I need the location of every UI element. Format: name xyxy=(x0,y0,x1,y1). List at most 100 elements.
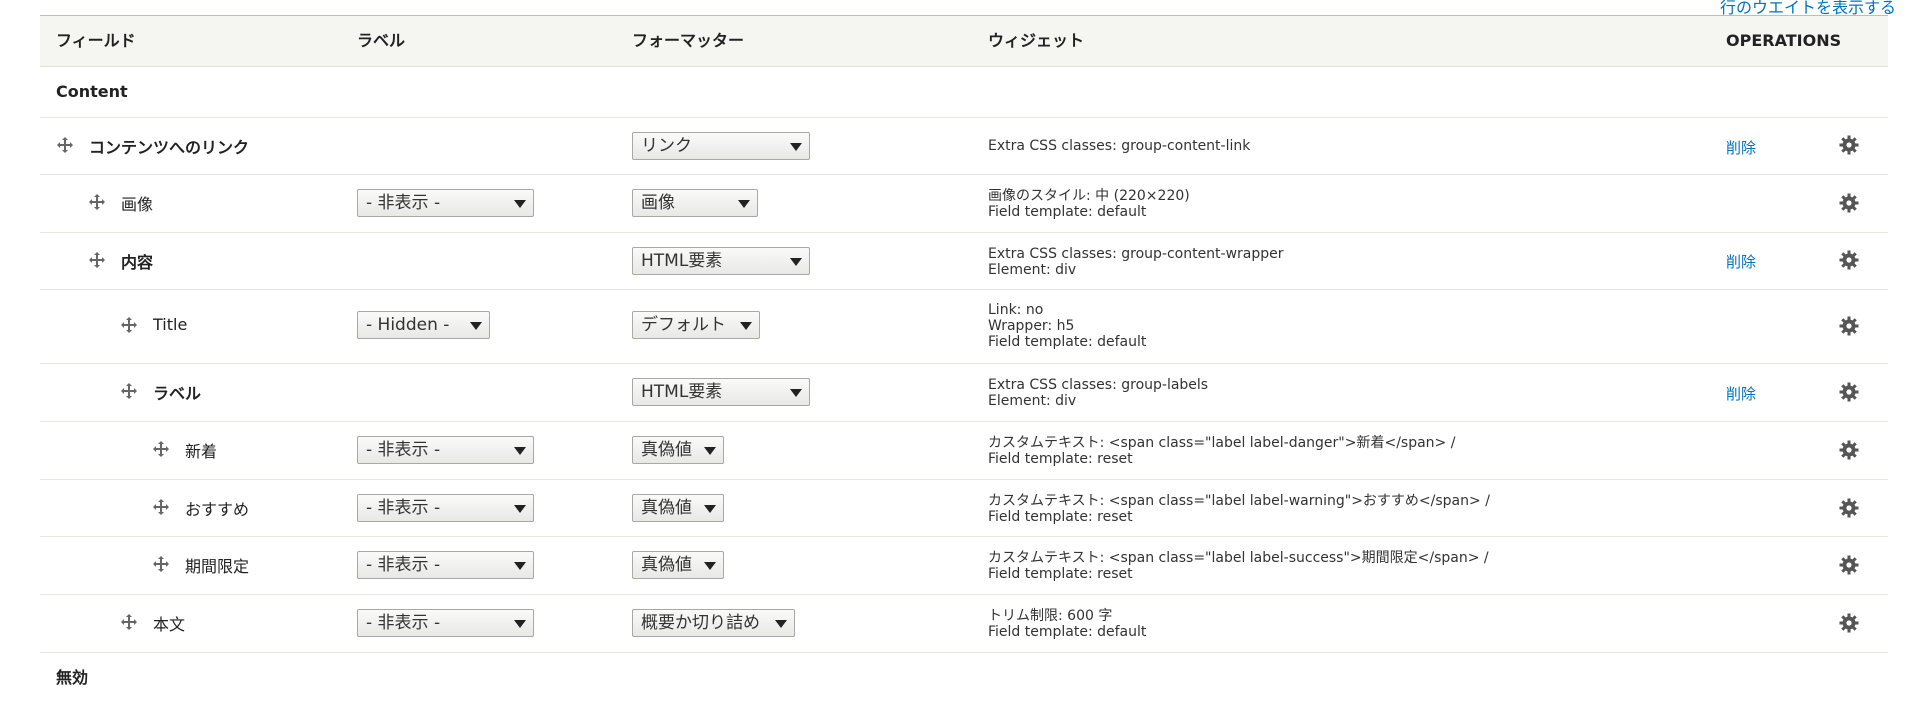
formatter-select[interactable]: 概要か切り詰め xyxy=(632,609,795,637)
widget-line: Extra CSS classes: group-labels xyxy=(988,377,1209,393)
widget-line: Field template: reset xyxy=(988,509,1133,525)
gear-icon[interactable] xyxy=(1839,250,1859,270)
label-select[interactable]: - 非表示 - xyxy=(357,494,534,522)
gear-icon[interactable] xyxy=(1839,316,1859,336)
region-disabled: 無効 xyxy=(40,653,1888,703)
widget-line: カスタムテキスト: <span class="label label-warni… xyxy=(988,493,1490,509)
chevron-down-icon xyxy=(470,322,482,330)
label-select[interactable]: - 非表示 - xyxy=(357,436,534,464)
drag-handle-icon[interactable] xyxy=(152,440,170,458)
widget-summary: Extra CSS classes: group-content-wrapper… xyxy=(988,246,1284,278)
widget-line: カスタムテキスト: <span class="label label-succe… xyxy=(988,550,1489,566)
widget-summary: Extra CSS classes: group-content-link xyxy=(988,138,1250,154)
header-label: ラベル xyxy=(357,31,406,50)
formatter-select[interactable]: HTML要素 xyxy=(632,247,810,275)
widget-summary: カスタムテキスト: <span class="label label-succe… xyxy=(988,550,1489,582)
table-row: 新着 - 非表示 - 真偽値 カスタムテキスト: <span class="la… xyxy=(40,422,1888,480)
widget-line: トリム制限: 600 字 xyxy=(988,608,1113,624)
drag-handle-icon[interactable] xyxy=(120,382,138,400)
select-value: - 非表示 - xyxy=(366,498,441,518)
select-value: 概要か切り詰め xyxy=(641,613,760,633)
delete-link[interactable]: 削除 xyxy=(1726,137,1756,158)
widget-summary: 画像のスタイル: 中 (220×220) Field template: defa… xyxy=(988,188,1190,220)
widget-line: Extra CSS classes: group-content-link xyxy=(988,138,1251,154)
table-row: おすすめ - 非表示 - 真偽値 カスタムテキスト: <span class="… xyxy=(40,480,1888,537)
select-value: - 非表示 - xyxy=(366,440,441,460)
drag-handle-icon[interactable] xyxy=(88,193,106,211)
field-name: 本文 xyxy=(153,615,186,634)
chevron-down-icon xyxy=(514,505,526,513)
widget-line: Element: div xyxy=(988,262,1077,278)
widget-line: カスタムテキスト: <span class="label label-dange… xyxy=(988,435,1456,451)
table-row: コンテンツへのリンク リンク Extra CSS classes: group-… xyxy=(40,118,1888,175)
formatter-select[interactable]: HTML要素 xyxy=(632,378,810,406)
gear-icon[interactable] xyxy=(1839,440,1859,460)
field-name: おすすめ xyxy=(185,500,250,519)
widget-line: Field template: reset xyxy=(988,451,1133,467)
delete-link[interactable]: 削除 xyxy=(1726,383,1756,404)
widget-summary: カスタムテキスト: <span class="label label-warni… xyxy=(988,493,1490,525)
label-select[interactable]: - 非表示 - xyxy=(357,609,534,637)
select-value: 真偽値 xyxy=(641,498,692,518)
select-value: デフォルト xyxy=(641,315,726,335)
gear-icon[interactable] xyxy=(1839,135,1859,155)
chevron-down-icon xyxy=(790,143,802,151)
label-select[interactable]: - 非表示 - xyxy=(357,551,534,579)
chevron-down-icon xyxy=(514,562,526,570)
field-name: 新着 xyxy=(185,442,218,461)
region-content: Content xyxy=(40,67,1888,118)
drag-handle-icon[interactable] xyxy=(152,555,170,573)
field-name: ラベル xyxy=(153,384,202,403)
formatter-select[interactable]: 真偽値 xyxy=(632,436,724,464)
field-name: 内容 xyxy=(121,253,154,272)
widget-line: Link: no xyxy=(988,302,1044,318)
widget-line: Extra CSS classes: group-content-wrapper xyxy=(988,246,1284,262)
formatter-select[interactable]: デフォルト xyxy=(632,311,760,339)
widget-line: 画像のスタイル: 中 (220×220) xyxy=(988,188,1190,204)
select-value: - 非表示 - xyxy=(366,555,441,575)
gear-icon[interactable] xyxy=(1839,382,1859,402)
label-select[interactable]: - Hidden - xyxy=(357,311,490,339)
select-value: - Hidden - xyxy=(366,315,450,335)
formatter-select[interactable]: リンク xyxy=(632,132,810,160)
gear-icon[interactable] xyxy=(1839,498,1859,518)
gear-icon[interactable] xyxy=(1839,555,1859,575)
gear-icon[interactable] xyxy=(1839,193,1859,213)
widget-line: Field template: default xyxy=(988,334,1147,350)
field-name: Title xyxy=(153,315,188,334)
table-row: 画像 - 非表示 - 画像 画像のスタイル: 中 (220×220) Field … xyxy=(40,175,1888,233)
drag-handle-icon[interactable] xyxy=(152,498,170,516)
gear-icon[interactable] xyxy=(1839,613,1859,633)
select-value: 画像 xyxy=(641,193,675,213)
drag-handle-icon[interactable] xyxy=(120,316,138,334)
select-value: 真偽値 xyxy=(641,555,692,575)
table-row: 期間限定 - 非表示 - 真偽値 カスタムテキスト: <span class="… xyxy=(40,537,1888,595)
chevron-down-icon xyxy=(704,505,716,513)
drag-handle-icon[interactable] xyxy=(88,251,106,269)
table-row: ラベル HTML要素 Extra CSS classes: group-labe… xyxy=(40,364,1888,422)
label-select[interactable]: - 非表示 - xyxy=(357,189,534,217)
drag-handle-icon[interactable] xyxy=(56,136,74,154)
drag-handle-icon[interactable] xyxy=(120,613,138,631)
formatter-select[interactable]: 真偽値 xyxy=(632,494,724,522)
chevron-down-icon xyxy=(740,322,752,330)
widget-summary: カスタムテキスト: <span class="label label-dange… xyxy=(988,435,1455,467)
delete-link[interactable]: 削除 xyxy=(1726,251,1756,272)
formatter-select[interactable]: 画像 xyxy=(632,189,758,217)
widget-line: Field template: default xyxy=(988,204,1147,220)
chevron-down-icon xyxy=(514,447,526,455)
region-title: 無効 xyxy=(56,668,89,687)
widget-summary: トリム制限: 600 字 Field template: default xyxy=(988,608,1146,640)
table-row: 本文 - 非表示 - 概要か切り詰め トリム制限: 600 字 Field tem… xyxy=(40,595,1888,653)
chevron-down-icon xyxy=(790,258,802,266)
field-name: 期間限定 xyxy=(185,557,250,576)
select-value: 真偽値 xyxy=(641,440,692,460)
region-title: Content xyxy=(56,82,128,101)
formatter-select[interactable]: 真偽値 xyxy=(632,551,724,579)
chevron-down-icon xyxy=(514,620,526,628)
select-value: リンク xyxy=(641,136,692,156)
select-value: HTML要素 xyxy=(641,382,723,402)
select-value: - 非表示 - xyxy=(366,193,441,213)
chevron-down-icon xyxy=(704,447,716,455)
chevron-down-icon xyxy=(704,562,716,570)
